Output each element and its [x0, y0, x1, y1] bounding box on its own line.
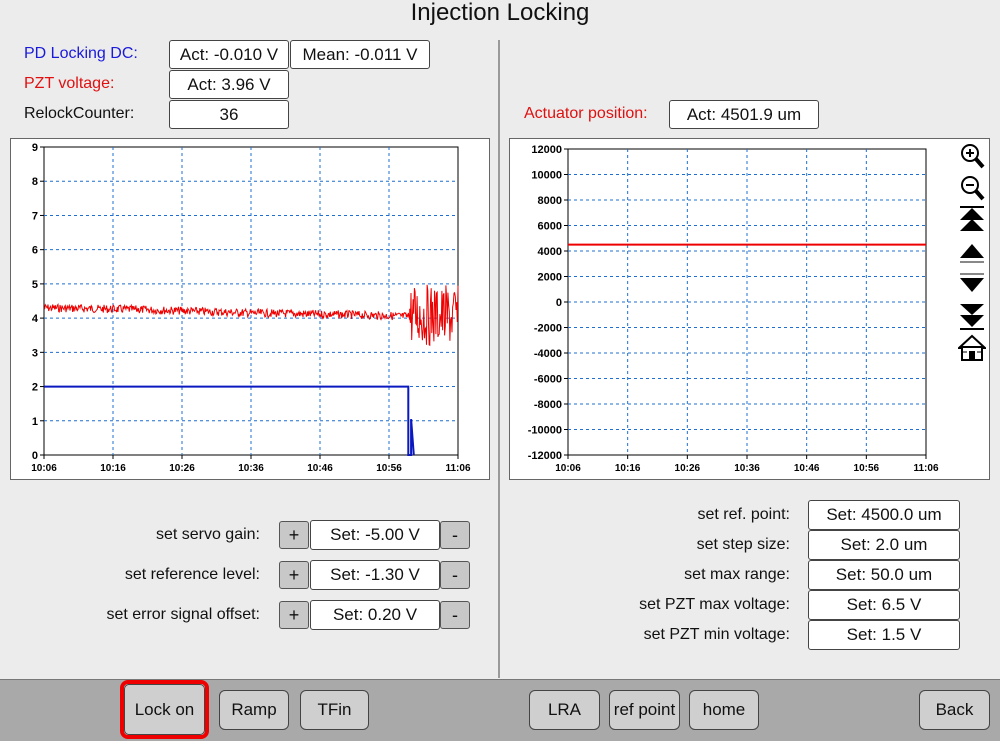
x-tick-label: 10:06 [31, 463, 57, 474]
y-tick-label: -4000 [534, 348, 562, 360]
y-tick-label: 6000 [538, 221, 562, 233]
y-tick-label: -6000 [534, 374, 562, 386]
pd-mean-value: Mean: -0.011 V [290, 40, 430, 69]
page-down-icon[interactable] [957, 300, 987, 332]
x-tick-label: 10:36 [734, 463, 760, 474]
pzt-voltage-label: PZT voltage: [24, 75, 115, 92]
y-tick-label: 2 [32, 382, 38, 394]
servo-gain-field[interactable]: Set: -5.00 V [310, 520, 440, 550]
actuator-plot[interactable]: 10:06 10:16 10:26 10:36 10:46 10:56 11:06 -1200… [509, 138, 990, 480]
pzt-max-voltage-label: set PZT max voltage: [639, 596, 790, 613]
step-size-field[interactable]: Set: 2.0 um [808, 530, 960, 560]
pzt-min-voltage-field[interactable]: Set: 1.5 V [808, 620, 960, 650]
reference-level-minus-button[interactable]: - [440, 561, 470, 589]
x-tick-label: 10:16 [100, 463, 126, 474]
relock-counter-value: 36 [169, 100, 289, 129]
y-tick-label: 7 [32, 210, 38, 222]
max-range-field[interactable]: Set: 50.0 um [808, 560, 960, 590]
y-tick-label: 12000 [531, 144, 562, 156]
y-tick-label: 0 [556, 297, 562, 309]
x-tick-label: 10:36 [238, 463, 264, 474]
error-offset-minus-button[interactable]: - [440, 601, 470, 629]
home-button[interactable]: home [689, 690, 759, 730]
actuator-position-label: Actuator position: [524, 105, 648, 122]
servo-gain-label: set servo gain: [155, 526, 260, 543]
y-tick-label: -10000 [528, 425, 562, 437]
ref-point-button[interactable]: ref point [609, 690, 680, 730]
lock-on-button[interactable]: Lock on [120, 680, 209, 739]
servo-gain-minus-button[interactable]: - [440, 521, 470, 549]
back-button[interactable]: Back [919, 690, 990, 730]
reference-level-field[interactable]: Set: -1.30 V [310, 560, 440, 590]
y-tick-label: 8 [32, 176, 38, 188]
x-tick-label: 10:16 [615, 463, 641, 474]
y-tick-label: 3 [32, 347, 38, 359]
plot-toolbar [957, 140, 989, 364]
arrow-down-icon[interactable] [957, 268, 987, 300]
y-tick-label: 10000 [531, 170, 562, 182]
y-tick-label: 4000 [538, 246, 562, 258]
y-tick-label: 1 [32, 416, 38, 428]
x-tick-label: 10:26 [169, 463, 195, 474]
y-tick-label: 5 [32, 279, 38, 291]
ref-point-label: set ref. point: [697, 506, 791, 523]
page-up-icon[interactable] [957, 204, 987, 236]
pzt-act-value: Act: 3.96 V [169, 70, 289, 99]
y-tick-label: -12000 [528, 450, 562, 462]
pd-act-value: Act: -0.010 V [169, 40, 289, 69]
x-tick-label: 10:06 [555, 463, 581, 474]
actuator-chart: 10:06 10:16 10:26 10:36 10:46 10:56 11:06 -1200… [528, 144, 939, 474]
y-tick-label: -2000 [534, 323, 562, 335]
actuator-act-value: Act: 4501.9 um [669, 100, 819, 129]
plot-area [43, 146, 459, 456]
y-tick-label: 9 [32, 142, 38, 154]
y-tick-label: 8000 [538, 195, 562, 207]
lock-on-label: Lock on [124, 684, 205, 735]
pzt-max-voltage-field[interactable]: Set: 6.5 V [808, 590, 960, 620]
y-tick-label: -8000 [534, 399, 562, 411]
y-tick-label: 4 [32, 313, 39, 325]
relock-counter-label: RelockCounter: [24, 105, 135, 122]
y-tick-label: 2000 [538, 272, 562, 284]
panel-divider [498, 40, 500, 678]
arrow-up-icon[interactable] [957, 236, 987, 268]
ramp-button[interactable]: Ramp [219, 690, 289, 730]
pzt-min-voltage-label: set PZT min voltage: [643, 626, 790, 643]
servo-gain-plus-button[interactable]: + [279, 521, 309, 549]
lra-button[interactable]: LRA [529, 690, 600, 730]
error-offset-plus-button[interactable]: + [279, 601, 309, 629]
page-title: Injection Locking [410, 0, 590, 26]
pd-pzt-chart: 10:06 10:16 10:26 10:36 10:46 10:56 11:06 0 1 2 3 4… [31, 142, 471, 474]
reference-level-plus-button[interactable]: + [279, 561, 309, 589]
x-tick-label: 10:56 [376, 463, 402, 474]
x-tick-label: 11:06 [445, 463, 470, 474]
step-size-label: set step size: [696, 536, 790, 553]
y-tick-label: 0 [32, 450, 38, 462]
ref-point-field[interactable]: Set: 4500.0 um [808, 500, 960, 530]
pd-pzt-plot[interactable]: 10:06 10:16 10:26 10:36 10:46 10:56 11:06 0 1 2 3 4… [10, 138, 490, 480]
x-tick-label: 10:46 [307, 463, 333, 474]
zoom-in-icon[interactable] [957, 140, 987, 172]
pd-locking-dc-label: PD Locking DC: [24, 45, 138, 62]
max-range-label: set max range: [684, 566, 790, 583]
home-icon[interactable] [957, 332, 987, 364]
x-tick-label: 10:56 [854, 463, 880, 474]
y-tick-label: 6 [32, 245, 38, 257]
reference-level-label: set reference level: [124, 566, 260, 583]
x-tick-label: 11:06 [913, 463, 938, 474]
zoom-out-icon[interactable] [957, 172, 987, 204]
error-offset-label: set error signal offset: [106, 606, 260, 623]
error-offset-field[interactable]: Set: 0.20 V [310, 600, 440, 630]
x-tick-label: 10:26 [675, 463, 701, 474]
tfin-button[interactable]: TFin [300, 690, 369, 730]
x-tick-label: 10:46 [794, 463, 820, 474]
